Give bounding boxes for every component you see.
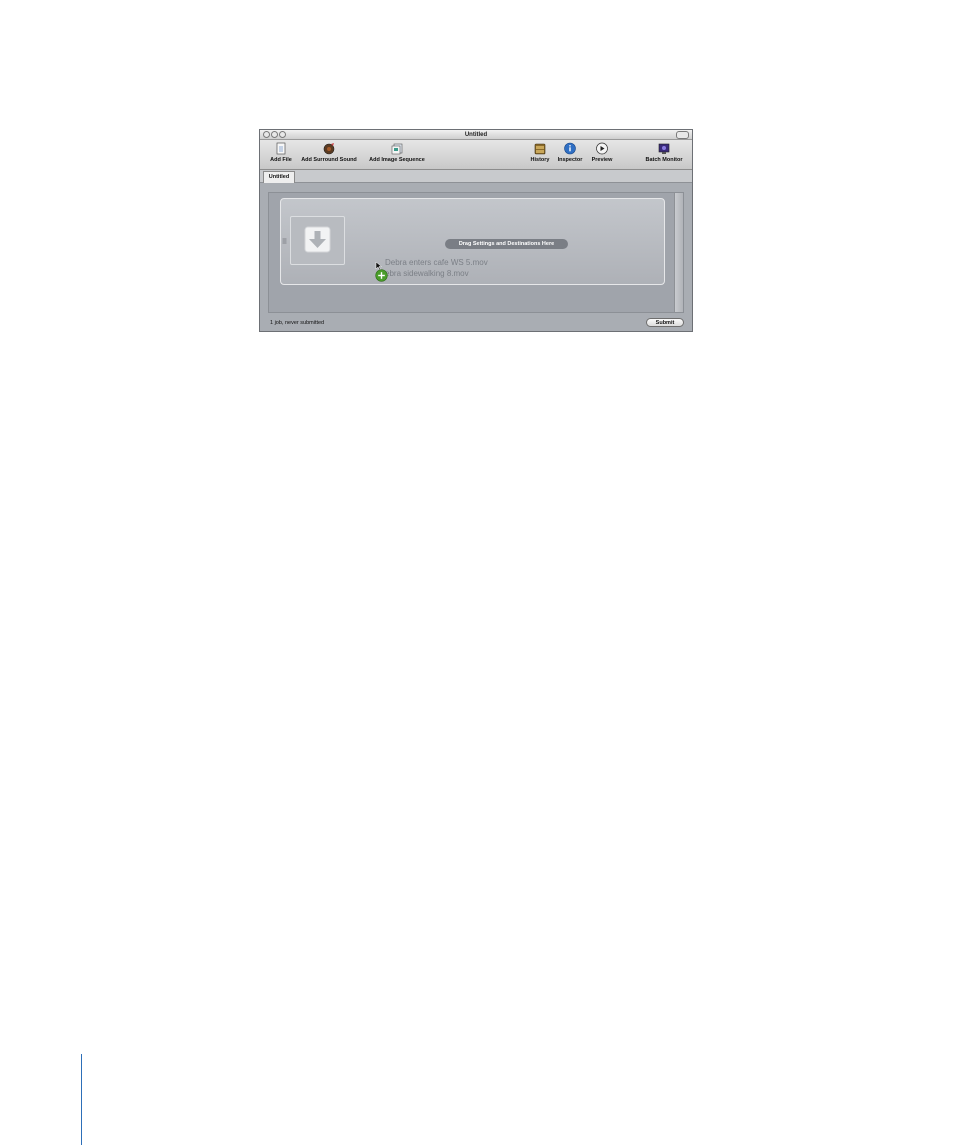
compressor-window: Untitled Add File Add Surround Sound Add… — [259, 129, 693, 332]
history-icon — [534, 143, 546, 155]
tab-untitled[interactable]: Untitled — [263, 171, 295, 183]
batch-monitor-icon — [658, 143, 670, 154]
batch-tab-bar: Untitled — [260, 170, 692, 183]
batch-monitor-label: Batch Monitor — [645, 157, 683, 163]
surround-sound-icon — [323, 143, 335, 155]
toolbar-toggle-button[interactable] — [676, 131, 689, 139]
add-image-sequence-button[interactable]: Add Image Sequence — [365, 142, 429, 164]
window-title: Untitled — [464, 132, 488, 138]
preview-label: Preview — [591, 157, 613, 163]
dragged-file-item: ebra sidewalking 8.mov — [385, 269, 469, 278]
page-margin-rule — [81, 1054, 82, 1145]
dragged-file-item: Debra enters cafe WS 5.mov — [385, 258, 488, 267]
submit-button[interactable]: Submit — [646, 318, 684, 327]
history-button[interactable]: History — [528, 142, 552, 164]
drag-grip-icon[interactable] — [282, 237, 287, 245]
batch-monitor-button[interactable]: Batch Monitor — [642, 142, 686, 164]
add-image-sequence-label: Add Image Sequence — [369, 157, 425, 163]
title-bar[interactable]: Untitled — [260, 130, 692, 140]
vertical-scrollbar[interactable] — [674, 193, 683, 312]
inspector-label: Inspector — [557, 157, 583, 163]
play-icon — [596, 142, 608, 155]
history-label: History — [530, 157, 550, 163]
inspector-button[interactable]: Inspector — [556, 142, 584, 164]
add-surround-sound-button[interactable]: Add Surround Sound — [297, 142, 361, 164]
source-drop-well[interactable] — [290, 216, 345, 265]
toolbar: Add File Add Surround Sound Add Image Se… — [260, 140, 692, 170]
add-file-icon — [276, 142, 286, 155]
add-surround-sound-label: Add Surround Sound — [301, 157, 357, 163]
drop-settings-hint: Drag Settings and Destinations Here — [445, 239, 568, 249]
add-file-button[interactable]: Add File — [268, 142, 294, 164]
status-text: 1 job, never submitted — [270, 320, 325, 326]
image-sequence-icon — [391, 143, 403, 155]
info-icon — [564, 142, 576, 155]
batch-area: Drag Settings and Destinations Here Debr… — [268, 192, 684, 313]
preview-button[interactable]: Preview — [589, 142, 615, 164]
add-file-label: Add File — [270, 157, 292, 163]
job-panel[interactable]: Drag Settings and Destinations Here Debr… — [280, 198, 665, 285]
copy-plus-icon — [375, 269, 388, 282]
drop-arrow-icon — [304, 226, 331, 253]
